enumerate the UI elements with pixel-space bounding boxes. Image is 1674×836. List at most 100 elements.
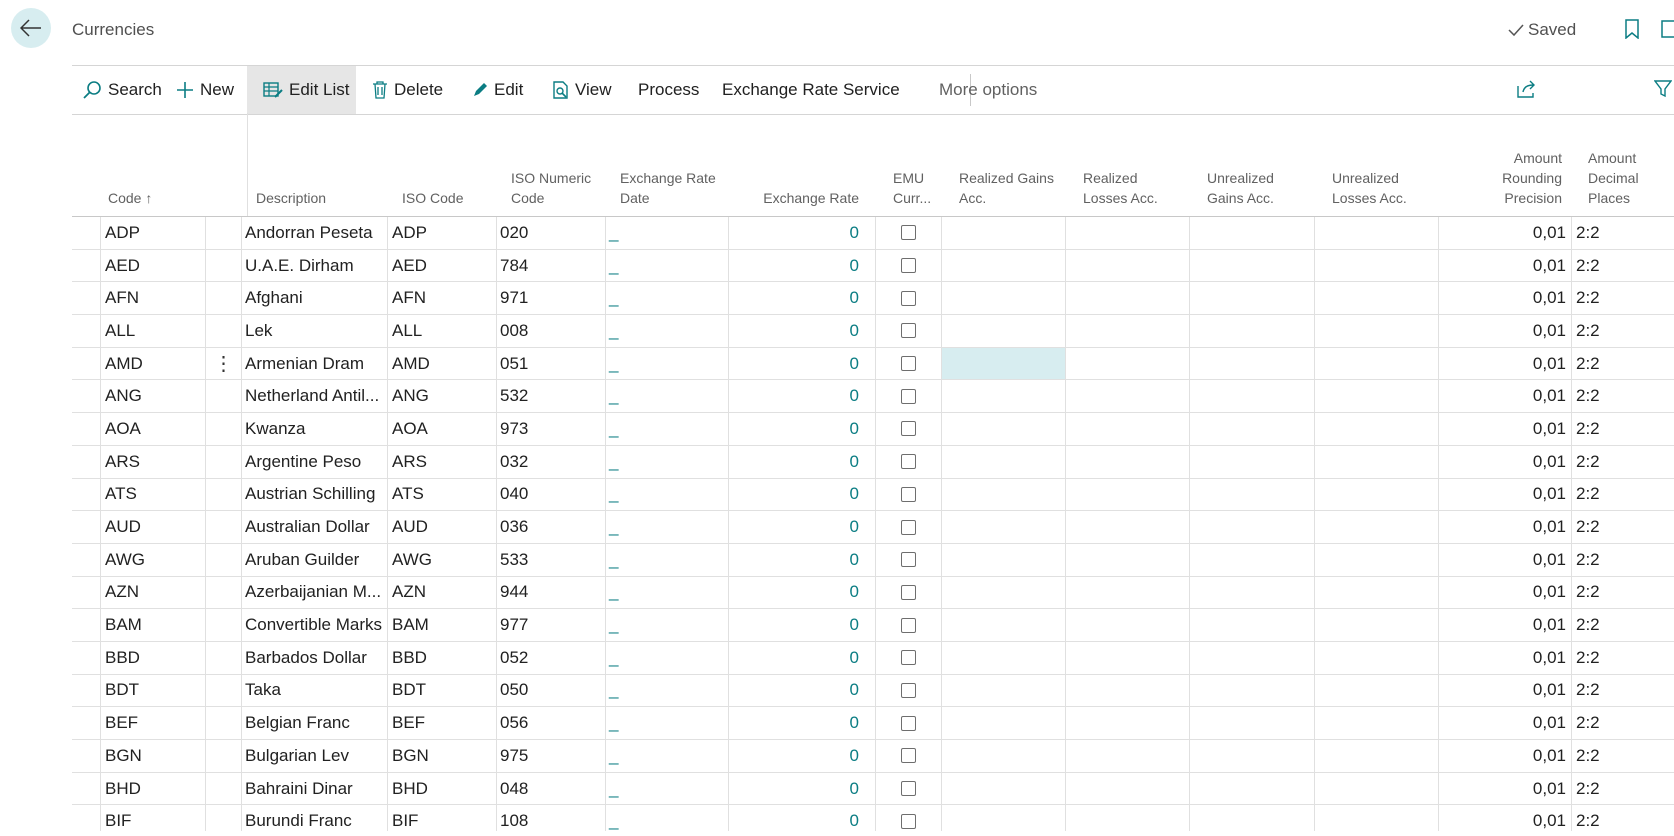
delete-button[interactable]: Delete xyxy=(372,66,443,114)
table-row[interactable]: ATS Austrian Schilling ATS 040 _ 0 0,01 2:2 xyxy=(72,478,1674,512)
amount-decimal-places-cell[interactable]: 2:2 xyxy=(1572,544,1674,576)
iso-code-cell[interactable]: AZN xyxy=(388,576,497,609)
amount-decimal-places-cell[interactable]: 2:2 xyxy=(1572,740,1674,772)
unrealized-losses-acc-cell[interactable] xyxy=(1315,772,1439,805)
description-cell[interactable]: Aruban Guilder xyxy=(242,543,388,576)
share-icon[interactable] xyxy=(1517,80,1537,98)
row-selector[interactable] xyxy=(72,478,101,511)
unrealized-gains-acc-cell[interactable] xyxy=(1190,609,1315,641)
amount-decimal-places-cell[interactable]: 2:2 xyxy=(1572,446,1674,478)
column-header-realized-losses-acc[interactable]: Realized Losses Acc. xyxy=(1083,168,1158,208)
view-button[interactable]: View xyxy=(551,66,612,114)
unrealized-losses-acc-cell[interactable] xyxy=(1315,707,1439,739)
column-header-iso-numeric-code[interactable]: ISO Numeric Code xyxy=(511,168,591,208)
row-menu[interactable] xyxy=(206,641,242,674)
amount-decimal-places-cell[interactable]: 2:2 xyxy=(1572,250,1674,282)
iso-numeric-code-cell[interactable]: 008 xyxy=(497,315,606,347)
emu-currency-cell[interactable] xyxy=(876,413,942,445)
table-row[interactable]: BEF Belgian Franc BEF 056 _ 0 0,01 2:2 xyxy=(72,707,1674,740)
row-menu[interactable] xyxy=(206,805,242,831)
emu-currency-cell[interactable] xyxy=(876,609,942,641)
emu-currency-checkbox[interactable] xyxy=(901,682,916,698)
exchange-rate-cell[interactable]: 0 xyxy=(729,445,876,478)
amount-rounding-precision-cell[interactable]: 0,01 xyxy=(1439,249,1572,282)
exchange-rate-date-cell[interactable]: _ xyxy=(606,380,729,413)
row-selector[interactable] xyxy=(72,249,101,282)
description-cell[interactable]: Convertible Marks xyxy=(242,609,388,641)
exchange-rate-cell[interactable]: 0 xyxy=(729,609,876,641)
iso-numeric-code-cell[interactable]: 052 xyxy=(497,641,606,674)
back-button[interactable] xyxy=(11,8,51,48)
exchange-rate-date-cell[interactable]: _ xyxy=(606,772,729,805)
realized-losses-acc-cell[interactable] xyxy=(1066,740,1190,772)
table-row[interactable]: BIF Burundi Franc BIF 108 _ 0 0,01 2:2 xyxy=(72,805,1674,831)
amount-decimal-places-cell[interactable]: 2:2 xyxy=(1572,413,1674,445)
exchange-rate-date-cell[interactable]: _ xyxy=(606,511,729,543)
realized-losses-acc-cell[interactable] xyxy=(1066,315,1190,347)
unrealized-gains-acc-cell[interactable] xyxy=(1190,740,1315,772)
unrealized-gains-acc-cell[interactable] xyxy=(1190,445,1315,478)
row-selector[interactable] xyxy=(72,543,101,576)
iso-code-cell[interactable]: ATS xyxy=(388,478,497,511)
exchange-rate-cell[interactable]: 0 xyxy=(729,511,876,543)
realized-gains-acc-cell[interactable] xyxy=(942,413,1066,445)
emu-currency-cell[interactable] xyxy=(876,380,942,413)
table-row[interactable]: BGN Bulgarian Lev BGN 975 _ 0 0,01 2:2 xyxy=(72,740,1674,773)
realized-gains-acc-cell[interactable] xyxy=(942,543,1066,576)
realized-gains-acc-cell[interactable] xyxy=(942,315,1066,347)
realized-losses-acc-cell[interactable] xyxy=(1066,478,1190,511)
description-cell[interactable]: Argentine Peso xyxy=(242,445,388,478)
emu-currency-checkbox[interactable] xyxy=(901,813,916,829)
iso-code-cell[interactable]: BDT xyxy=(388,674,497,707)
iso-code-cell[interactable]: BEF xyxy=(388,707,497,739)
realized-losses-acc-cell[interactable] xyxy=(1066,576,1190,609)
code-cell[interactable]: ALL xyxy=(101,315,206,347)
unrealized-losses-acc-cell[interactable] xyxy=(1315,347,1439,380)
realized-losses-acc-cell[interactable] xyxy=(1066,445,1190,478)
iso-numeric-code-cell[interactable]: 040 xyxy=(497,478,606,511)
row-menu[interactable] xyxy=(206,282,242,315)
row-menu[interactable] xyxy=(206,543,242,576)
emu-currency-checkbox[interactable] xyxy=(901,258,916,274)
amount-rounding-precision-cell[interactable]: 0,01 xyxy=(1439,772,1572,805)
amount-decimal-places-cell[interactable]: 2:2 xyxy=(1572,675,1674,707)
iso-code-cell[interactable]: BHD xyxy=(388,772,497,805)
row-selector[interactable] xyxy=(72,282,101,315)
unrealized-gains-acc-cell[interactable] xyxy=(1190,511,1315,543)
row-menu[interactable] xyxy=(206,674,242,707)
realized-gains-acc-cell[interactable] xyxy=(942,347,1066,380)
exchange-rate-date-cell[interactable]: _ xyxy=(606,576,729,609)
code-cell[interactable]: AFN xyxy=(101,282,206,315)
realized-losses-acc-cell[interactable] xyxy=(1066,543,1190,576)
code-cell[interactable]: AWG xyxy=(101,543,206,576)
amount-decimal-places-cell[interactable]: 2:2 xyxy=(1572,315,1674,347)
description-cell[interactable]: U.A.E. Dirham xyxy=(242,249,388,282)
iso-numeric-code-cell[interactable]: 050 xyxy=(497,674,606,707)
realized-losses-acc-cell[interactable] xyxy=(1066,249,1190,282)
code-cell[interactable]: AOA xyxy=(101,413,206,445)
amount-rounding-precision-cell[interactable]: 0,01 xyxy=(1439,445,1572,478)
unrealized-losses-acc-cell[interactable] xyxy=(1315,740,1439,772)
realized-losses-acc-cell[interactable] xyxy=(1066,282,1190,315)
row-menu[interactable] xyxy=(206,511,242,543)
row-menu[interactable] xyxy=(206,315,242,347)
unrealized-gains-acc-cell[interactable] xyxy=(1190,282,1315,315)
exchange-rate-date-cell[interactable]: _ xyxy=(606,707,729,739)
exchange-rate-cell[interactable]: 0 xyxy=(729,380,876,413)
description-cell[interactable]: Barbados Dollar xyxy=(242,641,388,674)
search-button[interactable]: Search xyxy=(82,66,162,114)
code-cell[interactable]: AUD xyxy=(101,511,206,543)
table-row[interactable]: BDT Taka BDT 050 _ 0 0,01 2:2 xyxy=(72,674,1674,708)
exchange-rate-cell[interactable]: 0 xyxy=(729,315,876,347)
unrealized-losses-acc-cell[interactable] xyxy=(1315,543,1439,576)
row-menu[interactable] xyxy=(206,707,242,739)
realized-losses-acc-cell[interactable] xyxy=(1066,805,1190,831)
exchange-rate-date-cell[interactable]: _ xyxy=(606,674,729,707)
emu-currency-cell[interactable] xyxy=(876,217,942,249)
unrealized-losses-acc-cell[interactable] xyxy=(1315,674,1439,707)
iso-numeric-code-cell[interactable]: 056 xyxy=(497,707,606,739)
row-menu[interactable] xyxy=(206,772,242,805)
realized-gains-acc-cell[interactable] xyxy=(942,282,1066,315)
unrealized-gains-acc-cell[interactable] xyxy=(1190,772,1315,805)
realized-gains-acc-cell[interactable] xyxy=(942,217,1066,249)
